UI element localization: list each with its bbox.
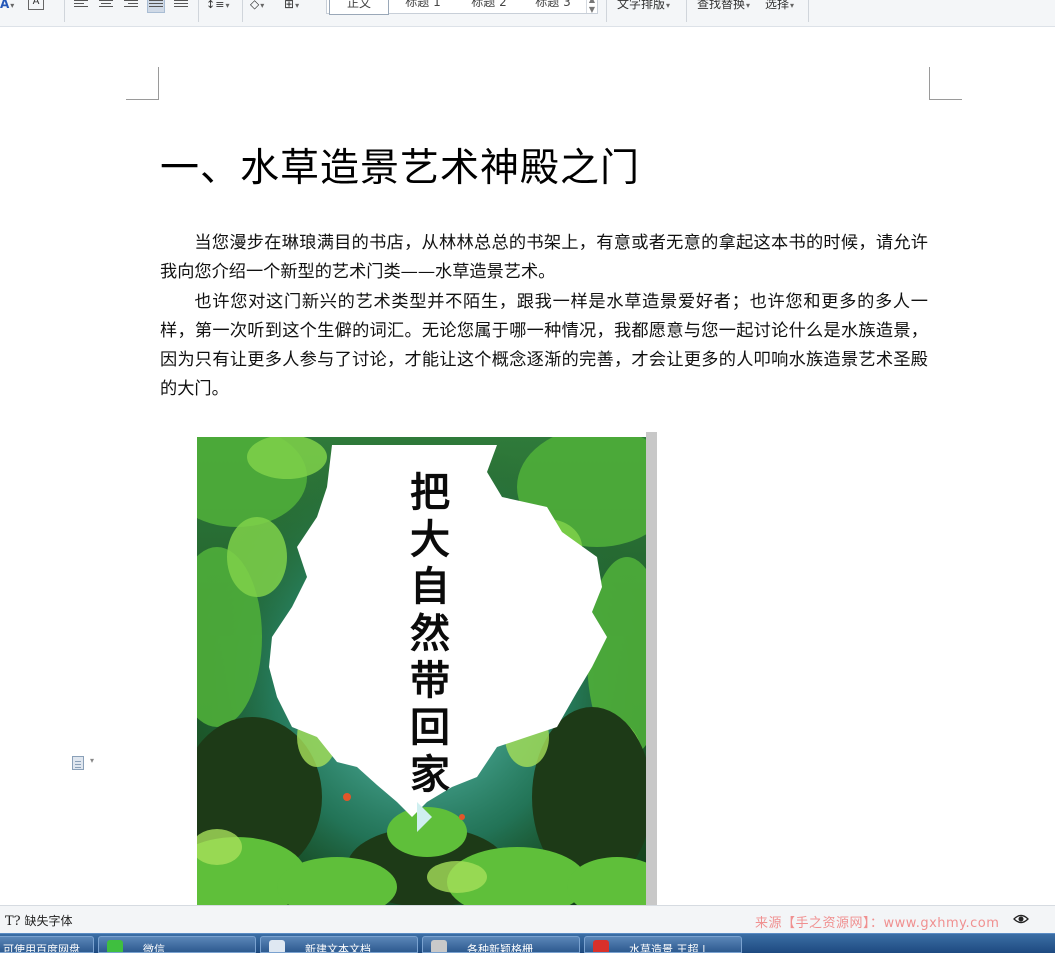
paragraph: 当您漫步在琳琅满目的书店，从林林总总的书架上，有意或者无意的拿起这本书的时候，请… (160, 233, 928, 283)
select-button[interactable]: 选择▾ (765, 0, 794, 12)
document-page[interactable]: 一、水草造景艺术神殿之门 当您漫步在琳琅满目的书店，从林林总总的书架上，有意或者… (0, 27, 1055, 905)
chevron-down-icon[interactable]: ▾ (90, 756, 94, 765)
style-heading-2[interactable]: 标题 2 (459, 0, 519, 13)
eye-icon[interactable] (1013, 911, 1029, 927)
wechat-icon (107, 940, 123, 952)
style-heading-1[interactable]: 标题 1 (393, 0, 453, 13)
windows-taskbar: 可使用百度网盘 微信 新建文本文档 各种新颖格栅 水草造景 王超 | (0, 933, 1055, 953)
notepad-icon (269, 940, 285, 952)
line-spacing-button[interactable]: ↕≡▾ (206, 0, 229, 12)
section-heading: 一、水草造景艺术神殿之门 (160, 146, 641, 191)
shading-button[interactable]: ◇▾ (250, 0, 264, 12)
style-heading-3[interactable]: 标题 3 (523, 0, 583, 13)
body-text: 当您漫步在琳琅满目的书店，从林林总总的书架上，有意或者无意的拿起这本书的时候，请… (160, 229, 928, 405)
distributed-align-icon[interactable] (174, 0, 190, 12)
text-layout-button[interactable]: 文字排版▾ (617, 0, 670, 12)
divider (686, 0, 687, 22)
divider (64, 0, 65, 22)
taskbar-item-notepad[interactable]: 新建文本文档 (260, 936, 418, 953)
margin-mark-top-left (126, 67, 159, 100)
taskbar-item-folder[interactable]: 各种新颖格栅 (422, 936, 580, 953)
taskbar-item-baidu[interactable]: 可使用百度网盘 (0, 936, 94, 953)
wps-icon (593, 940, 609, 952)
divider (808, 0, 809, 22)
missing-font-icon: T? (5, 914, 21, 929)
align-left-icon[interactable] (74, 0, 90, 12)
style-normal[interactable]: 正文 (329, 0, 389, 15)
missing-font-button[interactable]: T? 缺失字体 (5, 912, 72, 929)
style-gallery-scroll[interactable]: ▲▼ (586, 0, 597, 14)
border-button[interactable]: ⊞▾ (284, 0, 299, 12)
align-center-icon[interactable] (99, 0, 115, 12)
taskbar-item-wps[interactable]: 水草造景 王超 | (584, 936, 742, 953)
document-outline-icon[interactable] (72, 756, 84, 770)
char-border-icon[interactable]: A (28, 0, 44, 10)
folder-icon (431, 940, 447, 952)
taskbar-item-wechat[interactable]: 微信 (98, 936, 256, 953)
align-justify-icon[interactable] (147, 0, 165, 13)
font-color-button[interactable]: A▾ (0, 0, 14, 12)
divider (606, 0, 607, 22)
find-replace-button[interactable]: 查找替换▾ (697, 0, 750, 12)
paragraph: 也许您对这门新兴的艺术类型并不陌生，跟我一样是水草造景爱好者；也许您和更多的多人… (160, 291, 928, 400)
image-shadow (646, 432, 657, 905)
watermark-text: 来源【手之资源网】：www.gxhmy.com (755, 916, 1000, 931)
ribbon-toolbar: A▾ A ↕≡▾ ◇▾ ⊞▾ 正文 标题 1 标题 2 标题 3 ▲▼ 文字排版… (0, 0, 1055, 27)
divider (242, 0, 243, 22)
status-bar: T? 缺失字体 来源【手之资源网】：www.gxhmy.com (0, 905, 1055, 933)
divider (198, 0, 199, 22)
align-right-icon[interactable] (124, 0, 140, 12)
image-caption-text: 把 大 自 然 带 回 家 (410, 469, 450, 798)
margin-mark-top-right (929, 67, 962, 100)
style-gallery: 正文 标题 1 标题 2 标题 3 ▲▼ (326, 0, 598, 15)
